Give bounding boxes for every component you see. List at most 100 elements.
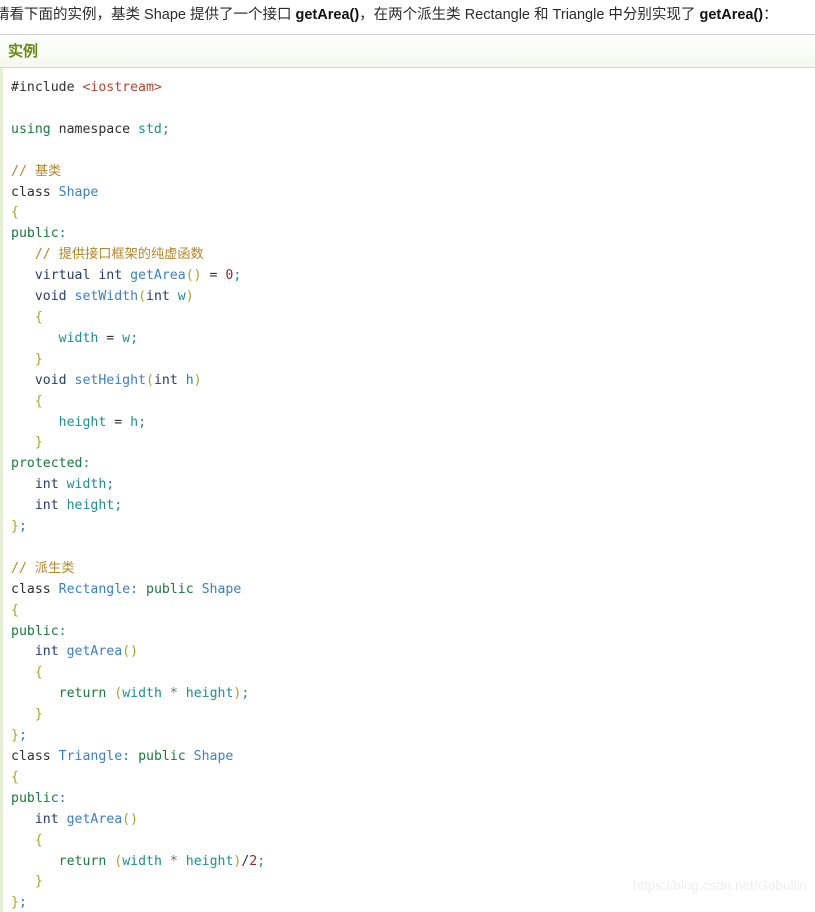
code-token-pre [11,686,59,701]
code-token-kw: using [11,121,51,137]
code-token-brace: { [34,832,43,848]
intro-emphasis: getArea() [295,7,360,23]
code-token-var: height [66,498,115,514]
code-block[interactable]: #include <iostream> using namespace std;… [11,78,815,912]
code-token-brace: () [122,644,139,660]
code-token-pre [11,373,35,388]
code-token-semi: ; [257,853,266,869]
code-token-pre: class [11,749,59,764]
code-token-semi: ; [138,414,147,430]
code-token-fn: setWidth [74,289,139,305]
code-token-semi: ; [18,728,27,744]
intro-text: ： [763,7,778,23]
code-token-type: void [34,372,75,388]
code-block-container: #include <iostream> using namespace std;… [0,68,815,912]
code-token-pre [11,833,35,848]
code-token-pre [11,812,35,827]
code-token-brace: ( [138,289,147,305]
code-token-pre [11,874,35,889]
code-token-kw: protected [11,456,83,472]
code-token-brace: { [11,769,19,785]
code-token-semi: : [130,581,139,597]
code-token-brace: } [11,728,19,744]
code-token-str: <iostream> [82,80,162,95]
code-token-pre [11,247,35,262]
code-token-brace: ) [185,289,194,305]
code-token-var: height [58,414,107,430]
code-token-brace: ( [114,686,123,702]
code-token-type: int [153,372,186,388]
code-token-type: int [34,644,67,660]
code-token-brace: ( [146,372,154,388]
code-token-semi: : [82,456,91,472]
code-token-brace: } [34,874,43,890]
code-token-pre [11,644,35,659]
code-token-pre [11,268,35,283]
code-token-var: std [138,121,162,137]
code-token-pre [194,582,202,597]
code-token-fn: Shape [58,184,99,200]
code-token-com: // 基类 [11,163,62,179]
code-token-brace: { [11,602,19,618]
code-token-var: w [177,289,186,305]
code-token-com: // 提供接口框架的纯虚函数 [34,247,204,263]
code-token-pre [162,686,170,701]
code-token-pre [130,749,138,764]
code-token-brace: { [11,205,19,221]
intro-text: ，在两个派生类 Rectangle 和 Triangle 中分别实现了 [359,7,700,23]
code-token-semi: ; [106,477,115,493]
code-token-type: virtual int [34,268,131,284]
code-token-type: int [34,498,67,514]
code-token-brace: { [34,309,43,325]
code-token-pre [178,854,186,869]
code-token-var: width [58,330,99,346]
code-token-pre: #include [11,80,83,95]
code-token-pre [11,707,35,722]
page-root: 请看下面的实例，基类 Shape 提供了一个接口 getArea()，在两个派生… [0,0,815,912]
code-token-kw: return [58,853,107,869]
code-token-pre [11,352,35,367]
code-token-semi: ; [161,121,170,137]
code-token-type: void [34,289,75,305]
code-token-brace: ( [114,853,123,869]
code-token-kw: public [138,749,186,764]
code-token-var: width [122,853,162,869]
code-token-type: int [146,289,178,305]
code-token-semi: : [122,749,131,764]
code-token-pre [11,394,35,409]
code-token-pre [11,477,35,492]
code-token-brace: } [34,435,43,451]
code-token-pre: = [201,268,226,284]
code-token-brace: () [185,268,202,284]
code-token-pre [11,310,35,325]
code-token-fn: getArea [66,644,123,660]
code-token-pre [178,686,186,701]
code-token-op: * [169,853,178,869]
code-token-brace: } [34,707,43,723]
code-token-brace: { [34,393,43,409]
code-token-pre: = [98,330,123,346]
intro-paragraph: 请看下面的实例，基类 Shape 提供了一个接口 getArea()，在两个派生… [0,0,815,26]
code-token-kw: return [58,686,107,702]
code-token-fn: setHeight [74,372,146,388]
code-token-var: width [66,477,107,493]
code-token-var: height [185,853,234,869]
code-token-brace: } [11,895,19,911]
code-token-pre [11,435,35,450]
code-token-type: int [34,477,67,493]
code-token-pre [11,498,35,513]
code-token-semi: : [58,623,67,639]
code-token-fn: Shape [201,581,242,597]
code-token-kw: public [11,226,59,242]
code-token-semi: ; [233,268,242,284]
code-token-var: h [130,414,139,430]
code-token-pre [11,665,35,680]
code-token-fn: Triangle [58,749,123,764]
code-token-semi: ; [18,519,27,535]
code-token-fn: getArea [66,811,123,827]
intro-emphasis: getArea() [699,7,764,23]
example-title: 实例 [8,43,39,60]
code-token-semi: : [58,790,67,806]
code-token-var: height [185,686,234,702]
code-token-brace: () [122,811,139,827]
